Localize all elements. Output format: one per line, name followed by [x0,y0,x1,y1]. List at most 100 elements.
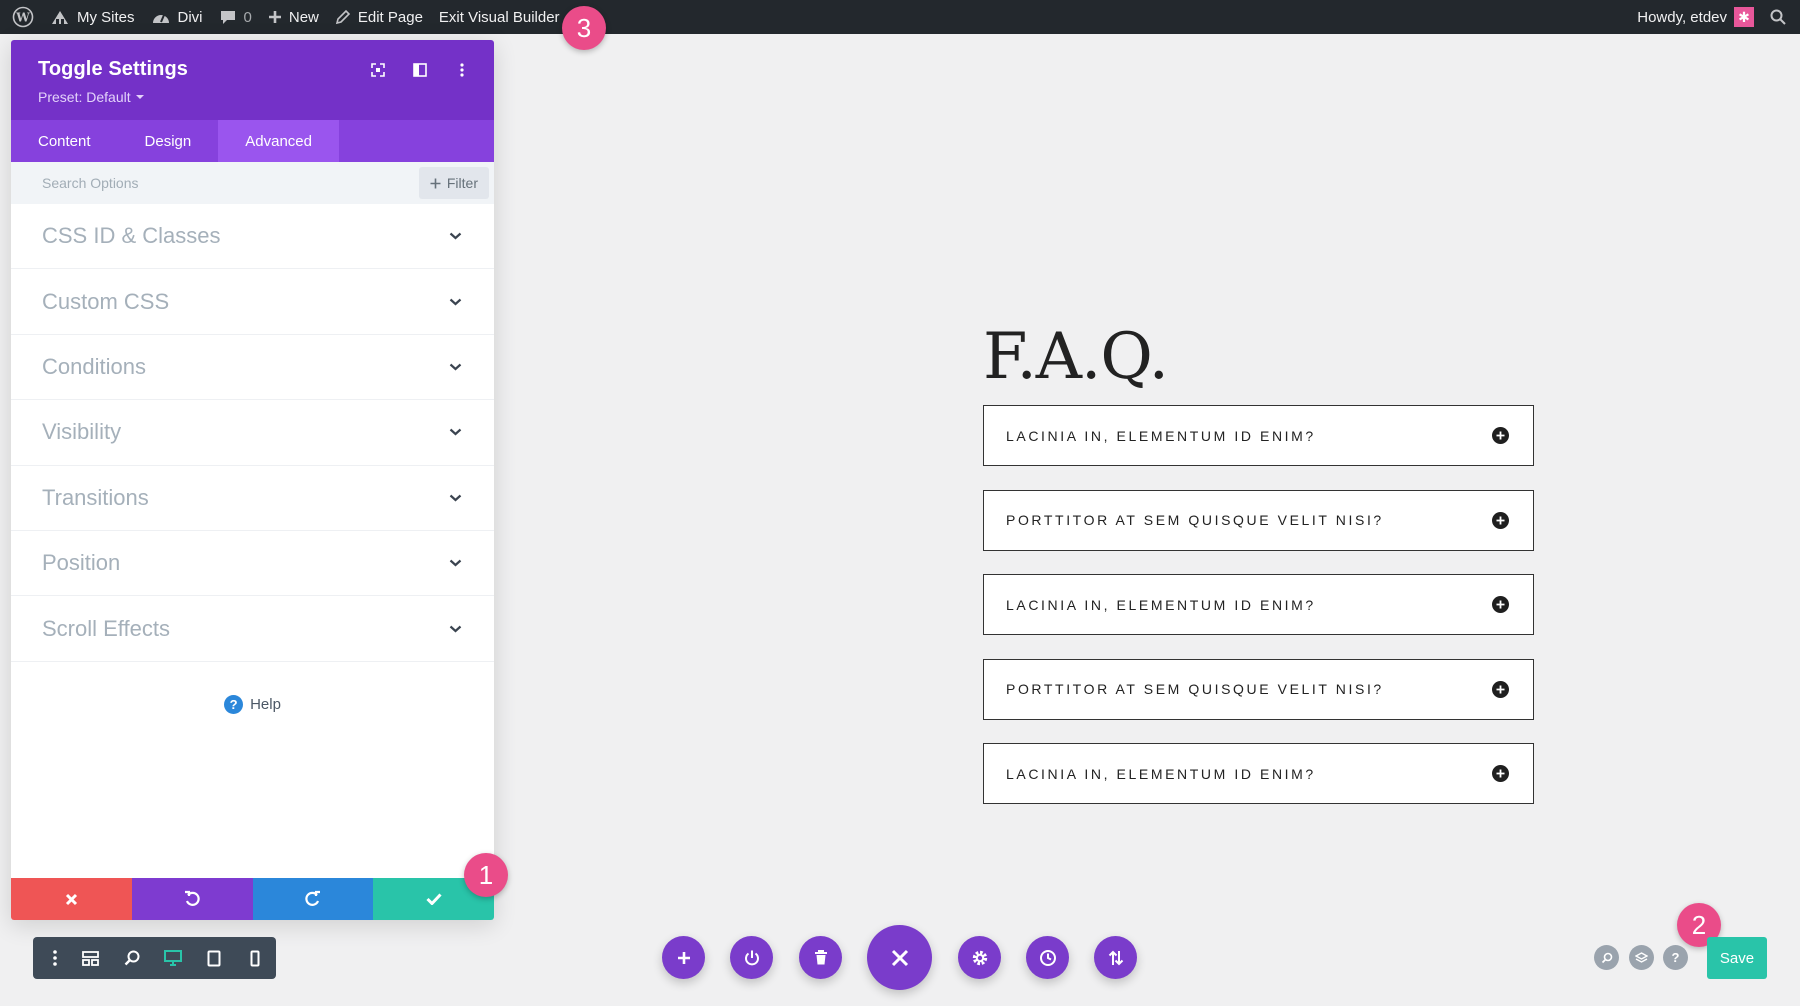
admin-search[interactable] [1762,0,1794,34]
history-button[interactable] [1026,936,1069,979]
faq-toggle[interactable]: LACINIA IN, ELEMENTUM ID ENIM? [983,743,1534,805]
comments-menu[interactable]: 0 [211,0,260,34]
plus-circle-icon [1492,680,1509,698]
undo-button[interactable] [131,878,253,920]
preset-dropdown[interactable]: Preset: Default [38,89,467,105]
new-content-menu[interactable]: New [260,0,327,34]
tablet-view-button[interactable] [194,937,235,979]
faq-toggle[interactable]: PORTTITOR AT SEM QUISQUE VELIT NISI? [983,489,1534,551]
tab-advanced[interactable]: Advanced [218,120,339,162]
phone-view-button[interactable] [235,937,276,979]
layers-button[interactable] [1629,945,1654,970]
faq-question: LACINIA IN, ELEMENTUM ID ENIM? [1006,427,1316,444]
discard-button[interactable] [11,878,132,920]
chevron-down-icon [449,625,462,633]
step-badge-3: 3 [562,6,606,50]
faq-toggle[interactable]: PORTTITOR AT SEM QUISQUE VELIT NISI? [983,658,1534,720]
dashboard-icon [152,14,169,23]
save-page-button[interactable]: Save [1707,937,1767,979]
tablet-icon [207,950,221,966]
close-icon [65,893,77,905]
chevron-down-icon [449,298,462,306]
account-menu[interactable]: Howdy, etdev ✱ [1629,0,1762,34]
plus-circle-icon [1492,596,1509,614]
divi-menu[interactable]: Divi [143,0,211,34]
edit-page-label: Edit Page [357,8,423,26]
panel-more-button[interactable] [452,60,472,80]
svg-text:W: W [15,11,30,25]
my-sites-menu[interactable]: My Sites [42,0,143,34]
tab-design[interactable]: Design [118,120,219,162]
group-label: Transitions [42,484,149,510]
group-custom-css[interactable]: Custom CSS [11,269,494,335]
search-icon [1601,952,1612,963]
trash-icon [814,950,827,965]
faq-question: LACINIA IN, ELEMENTUM ID ENIM? [1006,596,1316,613]
gear-icon [972,950,987,965]
disable-global-button[interactable] [730,936,773,979]
step-badge-1: 1 [464,853,508,897]
group-css-id-classes[interactable]: CSS ID & Classes [11,204,494,270]
edit-page-link[interactable]: Edit Page [327,0,431,34]
close-builder-controls-button[interactable] [867,925,932,990]
toggle-settings-panel: Toggle Settings Preset: Default Content … [11,40,494,920]
import-export-icon [1108,950,1123,965]
wordpress-icon: W [12,6,34,28]
group-transitions[interactable]: Transitions [11,466,494,531]
help-link[interactable]: ? Help [11,694,494,714]
panel-actions [11,878,494,920]
more-vertical-icon [53,950,58,966]
expand-icon [371,63,385,77]
tab-content[interactable]: Content [11,120,118,162]
layers-icon [1635,951,1648,963]
redo-button[interactable] [252,878,374,920]
group-visibility[interactable]: Visibility [11,400,494,466]
panel-header[interactable]: Toggle Settings Preset: Default [11,40,494,120]
page-settings-button[interactable] [958,936,1001,979]
layout-icon [82,950,99,966]
expand-modal-button[interactable] [368,60,388,80]
search-icon [1770,9,1786,25]
help-button[interactable]: ? [1663,945,1688,970]
portability-button[interactable] [1094,936,1137,979]
group-conditions[interactable]: Conditions [11,335,494,401]
power-icon [744,950,759,965]
faq-question: PORTTITOR AT SEM QUISQUE VELIT NISI? [1006,681,1384,698]
option-groups: CSS ID & Classes Custom CSS Conditions V… [11,204,494,662]
faq-toggle[interactable]: LACINIA IN, ELEMENTUM ID ENIM? [983,405,1534,466]
wireframe-view-button[interactable] [70,937,111,979]
filter-button[interactable]: Filter [418,167,489,199]
zoom-icon [124,950,140,966]
find-replace-button[interactable] [1594,945,1619,970]
plus-circle-icon [1492,511,1509,529]
page-settings-menu-button[interactable] [41,937,70,979]
columns-icon [413,63,427,77]
phone-icon [250,950,260,966]
faq-question: PORTTITOR AT SEM QUISQUE VELIT NISI? [1006,512,1384,529]
wordpress-logo[interactable]: W [4,0,42,34]
group-label: CSS ID & Classes [42,223,221,249]
add-module-button[interactable] [662,936,705,979]
desktop-view-button[interactable] [152,937,193,979]
filter-label: Filter [446,175,478,191]
zoom-view-button[interactable] [111,937,152,979]
help-icon: ? [224,694,244,714]
plus-circle-icon [1492,427,1509,444]
group-label: Scroll Effects [42,615,170,641]
group-position[interactable]: Position [11,531,494,597]
chevron-down-icon [449,232,462,240]
plus-icon [677,951,690,964]
panel-tabs: Content Design Advanced [11,120,494,162]
group-label: Conditions [42,353,146,379]
faq-question: LACINIA IN, ELEMENTUM ID ENIM? [1006,765,1316,782]
check-icon [426,893,442,905]
snap-sidebar-button[interactable] [410,60,430,80]
faq-toggle[interactable]: LACINIA IN, ELEMENTUM ID ENIM? [983,574,1534,636]
pencil-icon [335,9,351,25]
close-icon [891,949,908,966]
group-scroll-effects[interactable]: Scroll Effects [11,596,494,662]
clear-layout-button[interactable] [799,936,842,979]
search-options-input[interactable] [42,175,419,191]
chevron-down-icon [449,363,462,371]
exit-visual-builder-link[interactable]: Exit Visual Builder [431,0,568,34]
